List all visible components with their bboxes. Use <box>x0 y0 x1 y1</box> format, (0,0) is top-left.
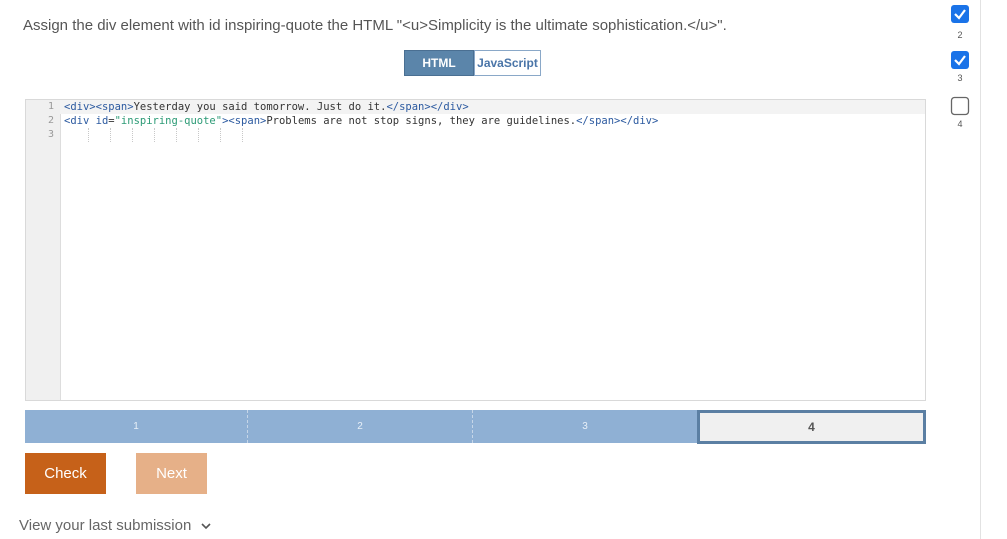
sidebar-item-3-label: 3 <box>957 73 963 83</box>
sidebar-item-4[interactable]: 4 <box>940 96 980 129</box>
indent-guide <box>242 128 243 142</box>
indent-guide <box>110 128 111 142</box>
next-button[interactable]: Next <box>136 453 207 494</box>
code-line-1[interactable]: <div><span>Yesterday you said tomorrow. … <box>64 100 469 114</box>
progress-step-3[interactable]: 3 <box>473 410 697 443</box>
progress-step-4-current[interactable]: 4 <box>697 410 926 444</box>
indent-guide <box>154 128 155 142</box>
language-tabs: HTML JavaScript <box>404 50 541 76</box>
sidebar-item-3[interactable]: 3 <box>940 50 980 83</box>
sidebar-item-2[interactable]: 2 <box>940 30 980 40</box>
indent-guide <box>132 128 133 142</box>
indent-guide <box>176 128 177 142</box>
indent-guide <box>220 128 221 142</box>
line-gutter: 1 2 3 <box>26 100 61 400</box>
indent-guide <box>198 128 199 142</box>
checkbox-checked-icon <box>950 50 970 70</box>
chevron-down-icon <box>201 522 211 529</box>
code-line-2[interactable]: <div id="inspiring-quote"><span>Problems… <box>64 114 658 128</box>
line-number: 1 <box>47 101 54 112</box>
main-panel: Assign the div element with id inspiring… <box>0 0 940 539</box>
checkbox-checked-icon <box>950 4 970 24</box>
code-editor[interactable]: 1 2 3 <div><span>Yesterday you said tomo… <box>25 99 926 401</box>
instruction-text: Assign the div element with id inspiring… <box>23 17 727 34</box>
progress-step-1[interactable]: 1 <box>25 410 248 443</box>
question-sidebar: 2 3 4 <box>940 0 981 539</box>
check-button[interactable]: Check <box>25 453 106 494</box>
line-number: 3 <box>47 129 54 140</box>
sidebar-item-4-label: 4 <box>957 119 963 129</box>
sidebar-item-1[interactable] <box>940 4 980 24</box>
view-last-submission-toggle[interactable]: View your last submission <box>19 517 211 534</box>
tab-javascript[interactable]: JavaScript <box>474 50 541 76</box>
line-number: 2 <box>47 115 54 126</box>
progress-step-2[interactable]: 2 <box>248 410 473 443</box>
progress-bar: 1 2 3 4 <box>25 410 927 444</box>
indent-guide <box>88 128 89 142</box>
sidebar-item-2-label: 2 <box>957 30 963 40</box>
last-submission-label: View your last submission <box>19 517 192 534</box>
checkbox-empty-icon <box>950 96 970 116</box>
tab-html[interactable]: HTML <box>404 50 474 76</box>
